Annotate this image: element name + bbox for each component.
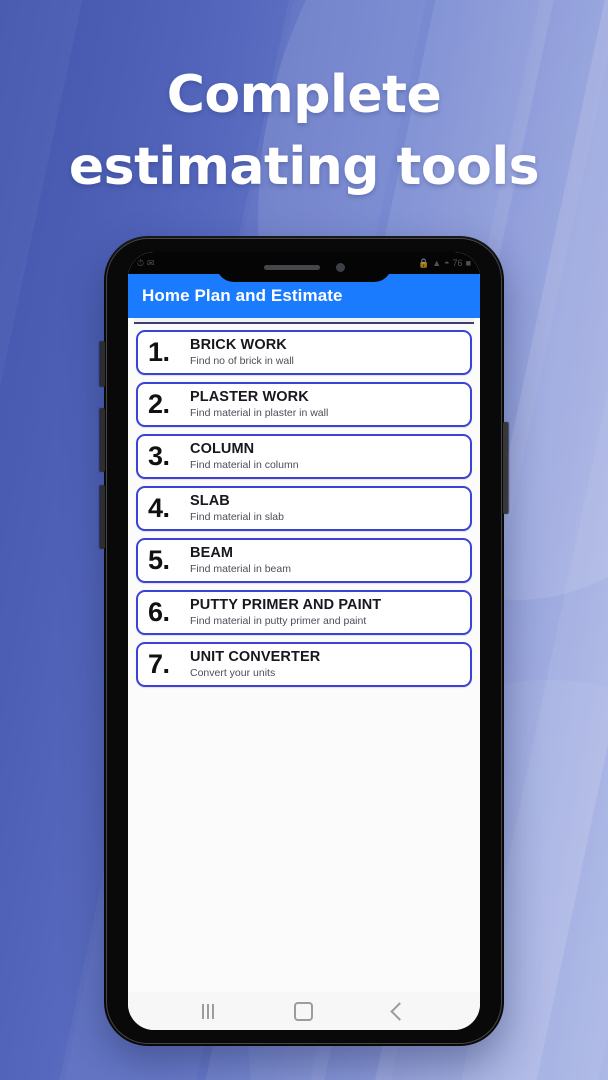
phone-volume-up-button[interactable] <box>100 408 105 472</box>
headline-line-1: Complete <box>166 65 442 125</box>
list-item[interactable]: 7. UNIT CONVERTER Convert your units <box>136 642 472 687</box>
list-item-number: 3. <box>148 441 170 471</box>
list-item-title: SLAB <box>190 492 230 509</box>
back-icon[interactable] <box>390 1001 409 1021</box>
battery-level-text: 76 <box>452 257 463 268</box>
battery-icon: ■ <box>465 257 471 268</box>
alarm-icon: ⏱ <box>137 257 145 268</box>
list-item-title: PLASTER WORK <box>190 388 309 405</box>
earpiece-speaker <box>263 264 320 270</box>
list-item-number: 2. <box>148 389 170 419</box>
list-item-number: 4. <box>148 493 170 523</box>
phone-power-button[interactable] <box>503 422 508 514</box>
list-item-title: BRICK WORK <box>190 336 287 353</box>
list-item-text: UNIT CONVERTER Convert your units <box>190 649 462 680</box>
phone-button-left-top[interactable] <box>100 341 105 387</box>
list-item-title: PUTTY PRIMER AND PAINT <box>190 596 382 613</box>
front-camera-icon <box>335 262 345 272</box>
list-item-number: 6. <box>148 597 170 627</box>
headline-line-2: estimating tools <box>68 136 540 197</box>
list-item[interactable]: 3. COLUMN Find material in column <box>136 434 472 479</box>
list-item-subtitle: Find no of brick in wall <box>190 354 294 367</box>
list-item-text: BEAM Find material in beam <box>190 545 462 576</box>
promo-headline: Complete estimating tools <box>0 60 608 204</box>
phone-screen: ⏱ ✉ 🔒 ▲ ◓ 76 ■ Home Plan and Estimate 1. <box>128 252 480 1030</box>
list-item-subtitle: Find material in slab <box>190 510 284 523</box>
list-item-text: PLASTER WORK Find material in plaster in… <box>190 389 462 420</box>
list-item-text: PUTTY PRIMER AND PAINT Find material in … <box>190 597 462 628</box>
list-item-title: UNIT CONVERTER <box>190 648 321 665</box>
list-item[interactable]: 2. PLASTER WORK Find material in plaster… <box>136 382 472 427</box>
lock-icon: 🔒 <box>417 257 430 268</box>
list-item-title: BEAM <box>190 544 234 561</box>
status-bar: ⏱ ✉ 🔒 ▲ ◓ 76 ■ <box>128 252 480 282</box>
wifi-icon: ◓ <box>444 257 450 268</box>
status-bar-left-icons: ⏱ ✉ <box>137 257 155 268</box>
recents-icon[interactable] <box>202 1003 214 1019</box>
list-item-number: 5. <box>148 545 170 575</box>
list-item-text: COLUMN Find material in column <box>190 441 462 472</box>
home-icon[interactable] <box>294 1001 313 1021</box>
status-bar-right-icons: 🔒 ▲ ◓ 76 ■ <box>417 257 471 268</box>
list-item[interactable]: 6. PUTTY PRIMER AND PAINT Find material … <box>136 590 472 635</box>
list-item-number: 1. <box>148 337 170 367</box>
list-item-number: 7. <box>148 649 170 679</box>
list-item-subtitle: Find material in plaster in wall <box>190 406 329 419</box>
list-item-subtitle: Find material in column <box>190 458 299 471</box>
list-item[interactable]: 1. BRICK WORK Find no of brick in wall <box>136 330 472 375</box>
list-item-subtitle: Find material in putty primer and paint <box>190 614 367 627</box>
phone-volume-down-button[interactable] <box>100 485 105 549</box>
phone-notch <box>216 252 392 282</box>
signal-icon: ▲ <box>432 257 442 268</box>
list-item-title: COLUMN <box>190 440 255 457</box>
phone-mockup: ⏱ ✉ 🔒 ▲ ◓ 76 ■ Home Plan and Estimate 1. <box>100 236 508 1046</box>
list-item-text: SLAB Find material in slab <box>190 493 462 524</box>
list-item[interactable]: 5. BEAM Find material in beam <box>136 538 472 583</box>
list-item[interactable]: 4. SLAB Find material in slab <box>136 486 472 531</box>
list-item-subtitle: Convert your units <box>190 666 276 679</box>
app-title: Home Plan and Estimate <box>142 286 343 305</box>
tool-list: 1. BRICK WORK Find no of brick in wall 2… <box>128 324 480 992</box>
message-icon: ✉ <box>147 257 155 268</box>
android-navigation-bar <box>128 992 480 1030</box>
list-item-subtitle: Find material in beam <box>190 562 291 575</box>
list-item-text: BRICK WORK Find no of brick in wall <box>190 337 462 368</box>
